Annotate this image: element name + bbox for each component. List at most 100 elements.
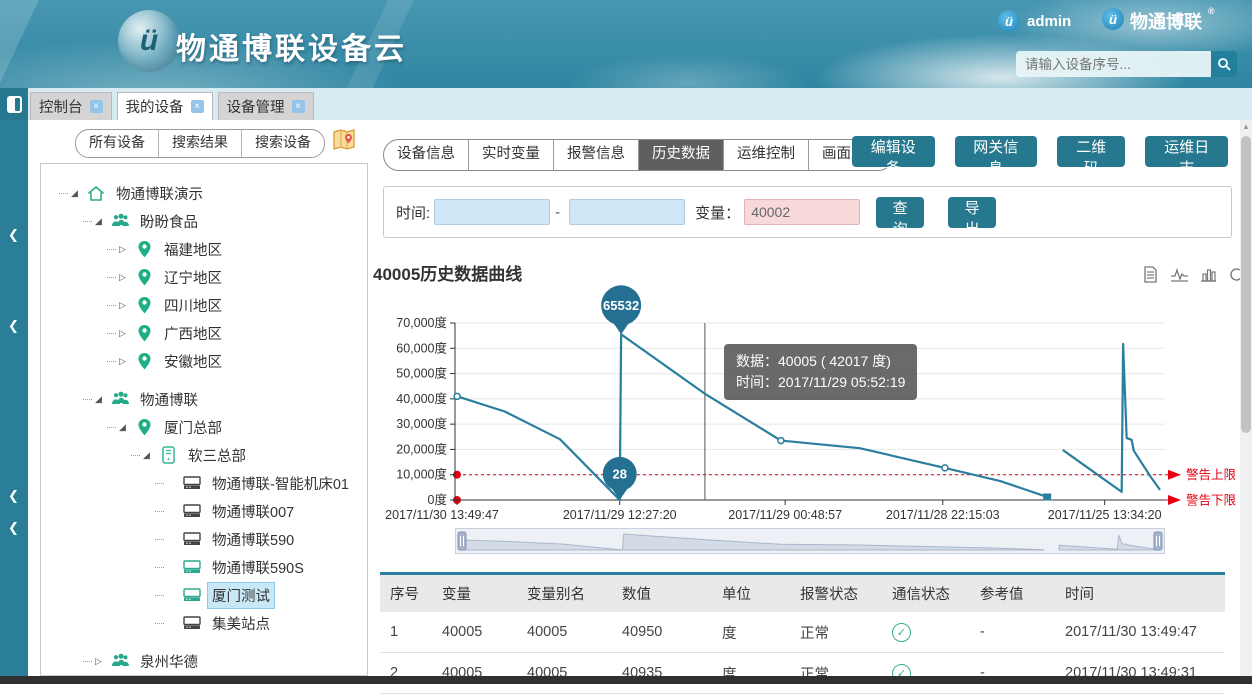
collapse-panel-icon[interactable]: ❮ [8,318,19,334]
scrollbar-up-arrow[interactable]: ▲ [1240,122,1252,131]
tree-node-软三总部[interactable]: ◢软三总部 [41,441,367,469]
tab-报警信息[interactable]: 报警信息 [553,140,638,170]
window-tab[interactable]: 我的设备× [117,92,213,120]
warn-lower-line-label: 警告下限 [1186,493,1237,508]
action-button-网关信息[interactable]: 网关信息 [955,136,1038,167]
data-point-marker[interactable] [942,465,948,471]
y-tick-label: 0度 [428,492,448,507]
table-header-参考值: 参考值 [970,583,1055,604]
window-tab[interactable]: 控制台 × [30,92,112,120]
tab-close-icon[interactable]: × [292,100,305,113]
tree-connector [155,623,164,624]
tree-connector [131,455,140,456]
tab-设备信息[interactable]: 设备信息 [384,140,468,170]
tree-toggle-icon[interactable]: ◢ [95,216,110,227]
tab-运维控制[interactable]: 运维控制 [723,140,808,170]
datazoom-handle[interactable] [458,532,466,550]
tree-connector [155,511,164,512]
brand-link[interactable]: ü 物通博联 ® [1102,8,1215,34]
collapse-panel-icon[interactable]: ❮ [8,520,19,536]
table-header-row: 序号变量变量别名数值单位报警状态通信状态参考值时间 [380,575,1225,612]
device-icon [182,504,202,518]
window-tab-label: 控制台 [39,96,83,117]
tree-node-物通博联007[interactable]: 物通博联007 [41,497,367,525]
export-button[interactable]: 导出 [948,197,996,228]
tree-node-集美站点[interactable]: 集美站点 [41,609,367,637]
tree-toggle-icon[interactable]: ◢ [95,394,110,405]
table-header-变量: 变量 [432,583,517,604]
action-button-二维码[interactable]: 二维码 [1057,136,1125,167]
scrollbar-thumb[interactable] [1241,136,1251,433]
tree-toggle-icon[interactable]: ▷ [119,300,134,311]
tree-node-label: 安徽地区 [160,349,226,374]
tree-node-物通博联演示[interactable]: ◢ 物通博联演示 [41,179,367,207]
tree-node-物通博联590S[interactable]: 物通博联590S [41,553,367,581]
table-row[interactable]: 1400054000540950度正常✓-2017/11/30 13:49:47 [380,612,1225,653]
query-button[interactable]: 查询 [876,197,924,228]
line-chart-icon[interactable] [1170,266,1189,283]
tab-close-icon[interactable]: × [90,100,103,113]
tree-toggle-icon[interactable]: ◢ [71,188,86,199]
tree-connector [155,483,164,484]
tree-connector [107,333,116,334]
y-tick-label: 20,000度 [396,441,447,456]
pin-icon [134,352,154,371]
sidebar-toggle-button[interactable] [0,88,28,120]
device-search-input[interactable] [1016,51,1211,77]
variable-input[interactable] [744,199,860,225]
tree-toggle-icon[interactable]: ◢ [143,450,158,461]
tree-node-物通博联590[interactable]: 物通博联590 [41,525,367,553]
tree-node-泉州华德[interactable]: ▷泉州华德 [41,647,367,675]
window-tab[interactable]: 设备管理× [218,92,314,120]
collapse-panel-icon[interactable]: ❮ [8,488,19,504]
tab-历史数据[interactable]: 历史数据 [638,140,723,170]
tree-node-label: 集美站点 [208,611,274,636]
app-header: ü 物通博联设备云 ü admin ü 物通博联 ® [0,0,1252,88]
time-end-input[interactable] [569,199,685,225]
tree-node-辽宁地区[interactable]: ▷辽宁地区 [41,263,367,291]
datazoom-handle[interactable] [1154,532,1162,550]
tree-toggle-icon[interactable]: ▷ [119,244,134,255]
collapse-panel-icon[interactable]: ❮ [8,227,19,243]
action-button-运维日志[interactable]: 运维日志 [1145,136,1228,167]
tree-node-厦门总部[interactable]: ◢厦门总部 [41,413,367,441]
username: admin [1027,13,1071,30]
table-header-报警状态: 报警状态 [790,583,882,604]
tree-connector [107,427,116,428]
tab-close-icon[interactable]: × [191,100,204,113]
tree-node-四川地区[interactable]: ▷四川地区 [41,291,367,319]
tree-node-广西地区[interactable]: ▷广西地区 [41,319,367,347]
tree-connector [107,277,116,278]
data-point-marker[interactable] [454,393,460,399]
data-view-icon[interactable] [1142,266,1159,283]
filter-tab-搜索结果[interactable]: 搜索结果 [158,130,241,157]
tree-toggle-icon[interactable]: ◢ [119,422,134,433]
tree-node-盼盼食品[interactable]: ◢盼盼食品 [41,207,367,235]
tree-node-label: 物通博联演示 [112,181,207,206]
tab-实时变量[interactable]: 实时变量 [468,140,553,170]
datazoom-profile [1059,535,1155,550]
filter-tab-所有设备[interactable]: 所有设备 [76,130,158,157]
tree-toggle-icon[interactable]: ▷ [119,272,134,283]
tree-toggle-icon[interactable]: ▷ [119,356,134,367]
tree-node-物通博联[interactable]: ◢物通博联 [41,385,367,413]
table-row[interactable]: 2400054000540935度正常✓-2017/11/30 13:49:31 [380,653,1225,694]
search-button[interactable] [1211,51,1237,77]
data-point-marker[interactable] [778,438,784,444]
time-start-input[interactable] [434,199,550,225]
tree-toggle-icon[interactable]: ▷ [119,328,134,339]
device-icon [182,532,202,546]
map-location-icon[interactable] [332,127,356,157]
vertical-scrollbar[interactable]: ▲ [1240,120,1252,676]
tree-node-福建地区[interactable]: ▷福建地区 [41,235,367,263]
tree-node-安徽地区[interactable]: ▷ 安徽地区 [41,347,367,375]
bar-chart-icon[interactable] [1200,266,1217,283]
filter-tab-搜索设备[interactable]: 搜索设备 [241,130,324,157]
chart-datazoom-slider[interactable] [455,528,1165,554]
action-button-编辑设备[interactable]: 编辑设备 [852,136,935,167]
tree-node-厦门测试[interactable]: 厦门测试 [41,581,367,609]
brand-trademark: ® [1208,6,1215,16]
user-menu[interactable]: ü admin [998,10,1071,32]
tree-toggle-icon[interactable]: ▷ [95,656,110,667]
tree-node-物通博联-智能机床01[interactable]: 物通博联-智能机床01 [41,469,367,497]
